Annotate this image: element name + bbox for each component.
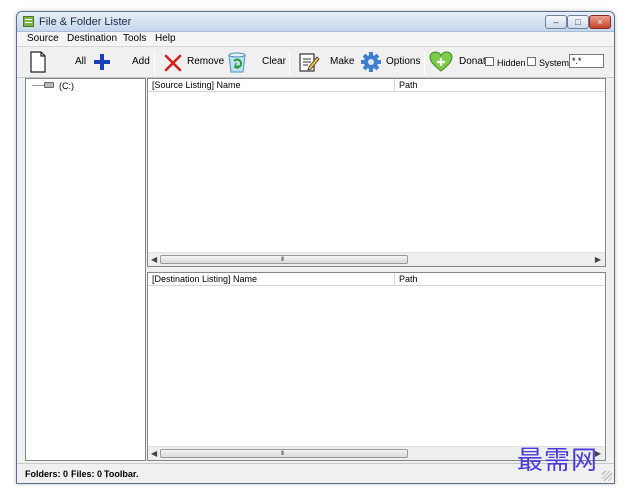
hidden-label: Hidden (497, 58, 526, 68)
toolbar-separator (154, 51, 155, 75)
menu-help[interactable]: Help (155, 33, 176, 44)
scroll-thumb[interactable]: III (160, 449, 408, 458)
status-folders: Folders: 0 (25, 469, 74, 479)
destination-col-path[interactable]: Path (399, 274, 418, 284)
source-col-path[interactable]: Path (399, 80, 418, 90)
destination-col-name[interactable]: [Destination Listing] Name (152, 274, 257, 284)
menu-bar: Source Destination Tools Help (17, 32, 614, 46)
app-window: File & Folder Lister – □ × Source Destin… (16, 11, 615, 484)
destination-list-header: [Destination Listing] Name Path (148, 273, 605, 286)
clear-button[interactable]: Clear (224, 47, 287, 77)
make-button[interactable]: Make (296, 47, 356, 77)
title-bar[interactable]: File & Folder Lister – □ × (17, 12, 614, 32)
close-button[interactable]: × (589, 15, 611, 29)
scroll-left-icon[interactable]: ◀ (151, 449, 157, 458)
menu-destination[interactable]: Destination (67, 33, 117, 44)
system-checkbox[interactable] (527, 57, 536, 66)
remove-x-icon (164, 54, 182, 72)
watermark-text: 最需网 (517, 446, 599, 476)
remove-button[interactable]: Remove (161, 47, 225, 77)
scroll-thumb[interactable]: III (160, 255, 408, 264)
add-button[interactable]: Add (93, 47, 153, 77)
drive-icon (44, 82, 54, 88)
scroll-left-icon[interactable]: ◀ (151, 255, 157, 264)
make-label: Make (330, 56, 355, 67)
toolbar: All Add Remove Clear Make Options Donat … (17, 46, 614, 78)
resize-grip-icon[interactable] (602, 471, 612, 481)
scroll-right-icon[interactable]: ▶ (595, 255, 601, 264)
column-divider[interactable] (394, 273, 395, 286)
scroll-grip: III (281, 451, 284, 457)
donate-button[interactable]: Donat (429, 47, 486, 77)
menu-tools[interactable]: Tools (123, 33, 146, 44)
options-label: Options (386, 56, 421, 67)
gear-icon (361, 52, 381, 72)
status-files: Files: 0 (71, 469, 108, 479)
tree-item-drive-c[interactable]: (C:) (59, 81, 74, 91)
plus-icon (94, 54, 110, 70)
app-list-icon (23, 16, 34, 27)
new-document-icon (30, 51, 46, 73)
heart-plus-icon (429, 51, 453, 72)
remove-label: Remove (187, 56, 225, 67)
system-label: System (539, 58, 570, 68)
scroll-grip: III (281, 257, 284, 263)
column-divider[interactable] (394, 79, 395, 92)
toolbar-separator (289, 51, 290, 75)
maximize-button[interactable]: □ (567, 15, 589, 29)
source-list-header: [Source Listing] Name Path (148, 79, 605, 92)
source-listing[interactable]: [Source Listing] Name Path ◀ III ▶ (147, 78, 606, 267)
window-title: File & Folder Lister (39, 16, 132, 28)
donate-label: Donat (459, 56, 486, 67)
add-label: Add (132, 56, 150, 67)
minimize-button[interactable]: – (545, 15, 567, 29)
clear-label: Clear (262, 56, 286, 67)
all-label: All (75, 56, 87, 67)
menu-source[interactable]: Source (27, 33, 59, 44)
toolbar-separator (424, 51, 425, 75)
destination-listing[interactable]: [Destination Listing] Name Path ◀ III ▶ (147, 272, 606, 461)
filter-input[interactable] (569, 54, 604, 68)
source-hscrollbar[interactable]: ◀ III ▶ (148, 252, 605, 266)
all-button[interactable]: All (25, 47, 95, 77)
options-button[interactable]: Options (359, 47, 423, 77)
status-toolbar: Toolbar. (104, 469, 139, 479)
folder-tree[interactable]: (C:) (25, 78, 146, 461)
hidden-checkbox[interactable] (485, 57, 494, 66)
edit-document-icon (299, 53, 320, 72)
source-col-name[interactable]: [Source Listing] Name (152, 80, 241, 90)
recycle-bin-icon (228, 52, 246, 73)
